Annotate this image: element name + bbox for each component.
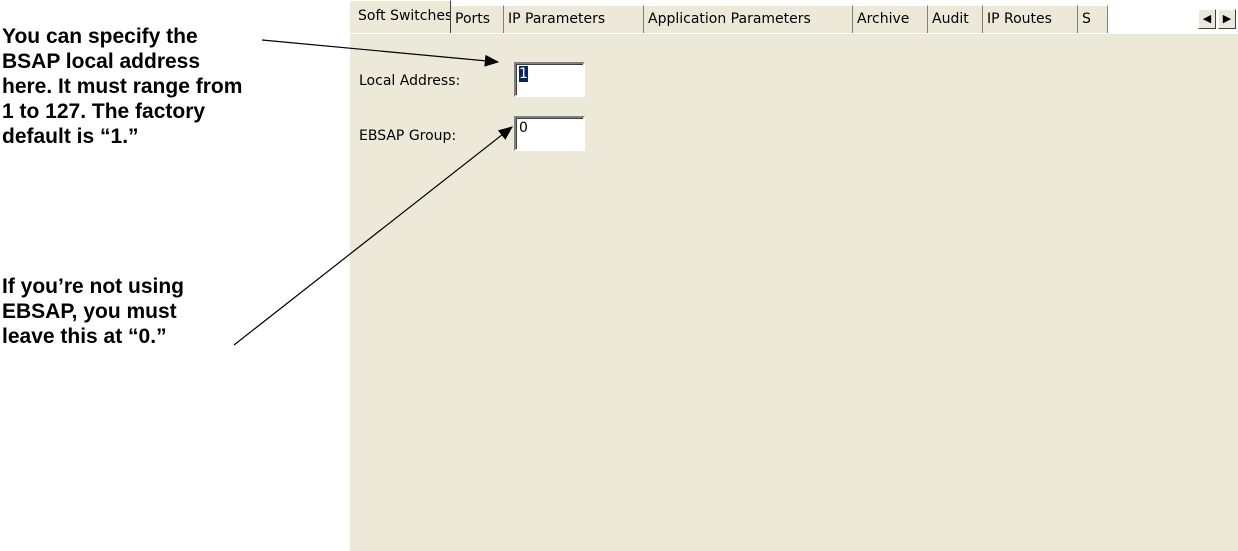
tab-strip: Soft Switches Ports IP Parameters Applic…	[349, 0, 1229, 33]
callout-local-address: You can specify the BSAP local address h…	[2, 25, 243, 148]
tab-scroll-buttons: ◀ ▶	[1198, 9, 1238, 31]
local-address-input[interactable]: 1	[514, 62, 585, 97]
tab-soft-switches[interactable]: Soft Switches	[349, 0, 451, 33]
tab-ports[interactable]: Ports	[451, 5, 504, 33]
tab-ip-parameters[interactable]: IP Parameters	[504, 5, 644, 33]
ebsap-group-label: EBSAP Group:	[359, 128, 457, 144]
tab-archive[interactable]: Archive	[853, 5, 928, 33]
local-address-value: 1	[519, 66, 528, 82]
tab-ip-routes[interactable]: IP Routes	[983, 5, 1078, 33]
callout-ebsap-group: If you’re not using EBSAP, you must leav…	[2, 275, 184, 348]
ebsap-group-input[interactable]: 0	[514, 116, 585, 151]
tab-audit[interactable]: Audit	[928, 5, 983, 33]
local-address-label: Local Address:	[359, 73, 461, 89]
arrow-left-icon[interactable]: ◀	[1198, 9, 1216, 29]
tab-bar: Soft Switches Ports IP Parameters Applic…	[349, 0, 1238, 33]
soft-switches-panel: Local Address: 1 EBSAP Group: 0	[349, 33, 1238, 551]
arrow-right-icon[interactable]: ▶	[1218, 9, 1236, 29]
tab-partial[interactable]: S	[1078, 5, 1108, 33]
tab-application-parameters[interactable]: Application Parameters	[644, 5, 853, 33]
